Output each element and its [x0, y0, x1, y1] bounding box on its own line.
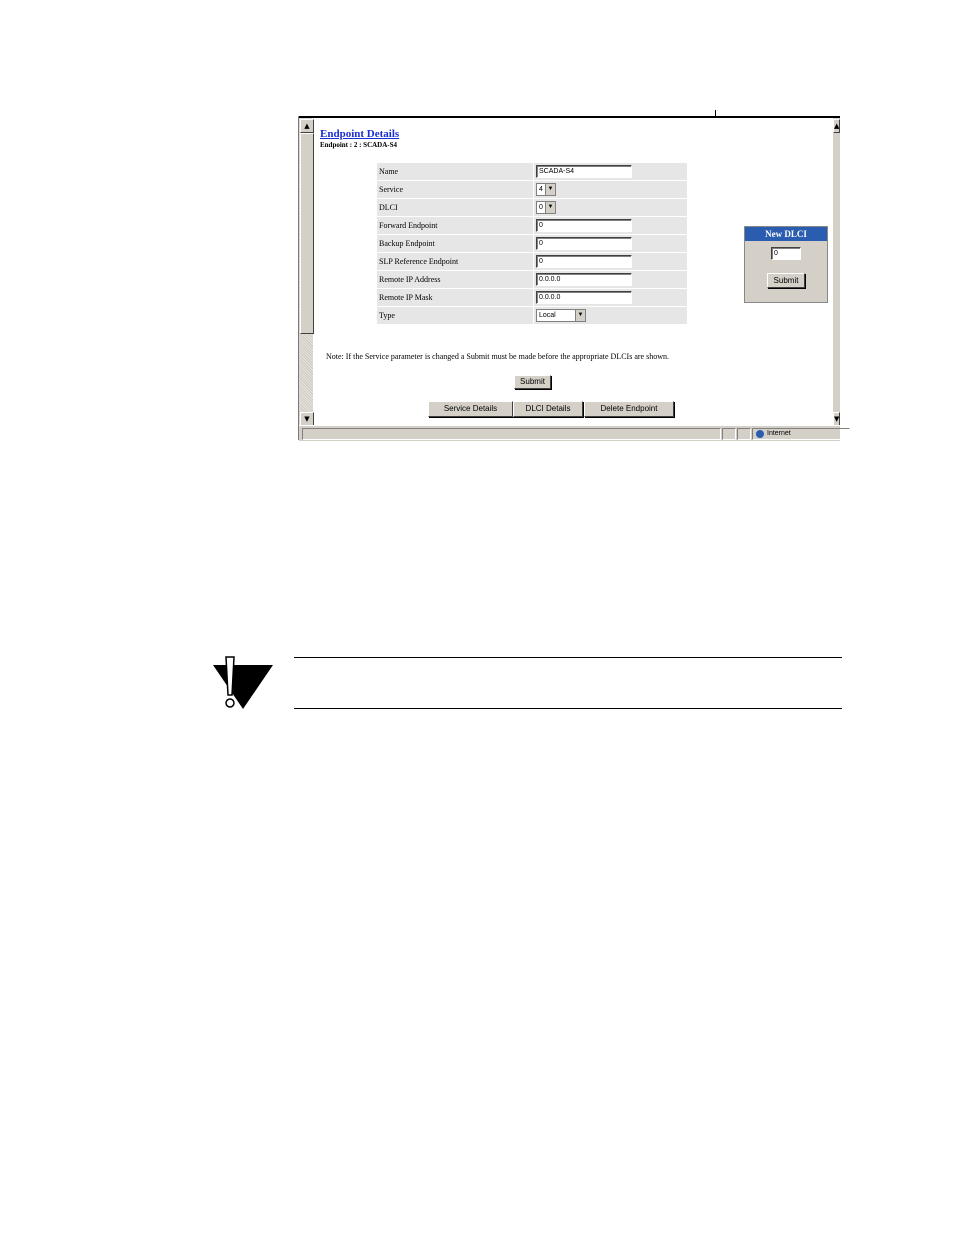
browser-content: Endpoint Details Endpoint : 2 : SCADA-S4… — [314, 118, 833, 425]
chevron-down-icon[interactable]: ▼ — [545, 202, 555, 213]
zone-label: Internet — [767, 430, 791, 437]
row-label: Type — [376, 306, 534, 325]
new-dlci-header: New DLCI — [745, 227, 827, 241]
dlci-details-button[interactable]: DLCI Details — [513, 401, 583, 417]
scroll-up-arrow-icon[interactable]: ▲ — [833, 119, 840, 133]
row-label: Remote IP Address — [376, 270, 534, 289]
form-row-slp-reference-endpoint: SLP Reference Endpoint 0 — [376, 252, 688, 271]
row-label: DLCI — [376, 198, 534, 217]
caution-bottom-rule — [294, 708, 842, 709]
scroll-up-arrow-icon[interactable]: ▲ — [300, 119, 314, 133]
form-row-backup-endpoint: Backup Endpoint 0 — [376, 234, 688, 253]
submit-button[interactable]: Submit — [514, 375, 551, 389]
new-dlci-submit-button[interactable]: Submit — [767, 273, 805, 288]
form-row-remote-ip-address: Remote IP Address 0.0.0.0 — [376, 270, 688, 289]
row-label: Name — [376, 162, 534, 181]
status-cell — [722, 428, 736, 440]
select-value: Local — [539, 312, 556, 319]
delete-endpoint-button[interactable]: Delete Endpoint — [584, 401, 674, 417]
service-details-button[interactable]: Service Details — [428, 401, 513, 417]
status-text-cell — [302, 428, 721, 440]
chevron-down-icon[interactable]: ▼ — [545, 184, 555, 195]
scroll-down-arrow-icon[interactable]: ▼ — [300, 412, 314, 426]
row-label: Service — [376, 180, 534, 199]
globe-icon — [756, 430, 764, 438]
form-row-service: Service 4 ▼ — [376, 180, 688, 199]
form-row-dlci: DLCI 0 ▼ — [376, 198, 688, 217]
status-cell — [737, 428, 751, 440]
forward-endpoint-input[interactable]: 0 — [536, 219, 632, 232]
remote-ip-address-input[interactable]: 0.0.0.0 — [536, 273, 632, 286]
form-row-remote-ip-mask: Remote IP Mask 0.0.0.0 — [376, 288, 688, 307]
caution-icon — [213, 656, 273, 709]
scroll-down-arrow-icon[interactable]: ▼ — [833, 412, 840, 426]
slp-reference-endpoint-input[interactable]: 0 — [536, 255, 632, 268]
caution-top-rule — [294, 657, 842, 658]
type-select[interactable]: Local ▼ — [536, 309, 586, 322]
select-value: 4 — [539, 186, 543, 193]
row-label: Forward Endpoint — [376, 216, 534, 235]
row-label: SLP Reference Endpoint — [376, 252, 534, 271]
select-value: 0 — [539, 204, 543, 211]
left-scrollbar-thumb[interactable] — [300, 133, 314, 334]
remote-ip-mask-input[interactable]: 0.0.0.0 — [536, 291, 632, 304]
service-change-note: Note: If the Service parameter is change… — [326, 352, 669, 361]
form-row-type: Type Local ▼ — [376, 306, 688, 325]
new-dlci-panel: New DLCI 0 Submit — [744, 226, 828, 303]
chevron-down-icon[interactable]: ▼ — [575, 310, 585, 321]
row-label: Remote IP Mask — [376, 288, 534, 307]
security-zone: Internet — [752, 428, 850, 440]
service-select[interactable]: 4 ▼ — [536, 183, 556, 196]
right-scrollbar-track[interactable] — [833, 118, 840, 425]
dlci-select[interactable]: 0 ▼ — [536, 201, 556, 214]
status-bar: Internet — [299, 425, 850, 441]
page-title[interactable]: Endpoint Details — [320, 128, 399, 140]
row-label: Backup Endpoint — [376, 234, 534, 253]
backup-endpoint-input[interactable]: 0 — [536, 237, 632, 250]
endpoint-form: Name SCADA-S4 Service 4 ▼ DLCI 0 ▼ Forward… — [376, 162, 688, 325]
new-dlci-input[interactable]: 0 — [771, 247, 801, 260]
form-row-name: Name SCADA-S4 — [376, 162, 688, 181]
page-subtitle: Endpoint : 2 : SCADA-S4 — [320, 141, 398, 149]
name-input[interactable]: SCADA-S4 — [536, 165, 632, 178]
form-row-forward-endpoint: Forward Endpoint 0 — [376, 216, 688, 235]
